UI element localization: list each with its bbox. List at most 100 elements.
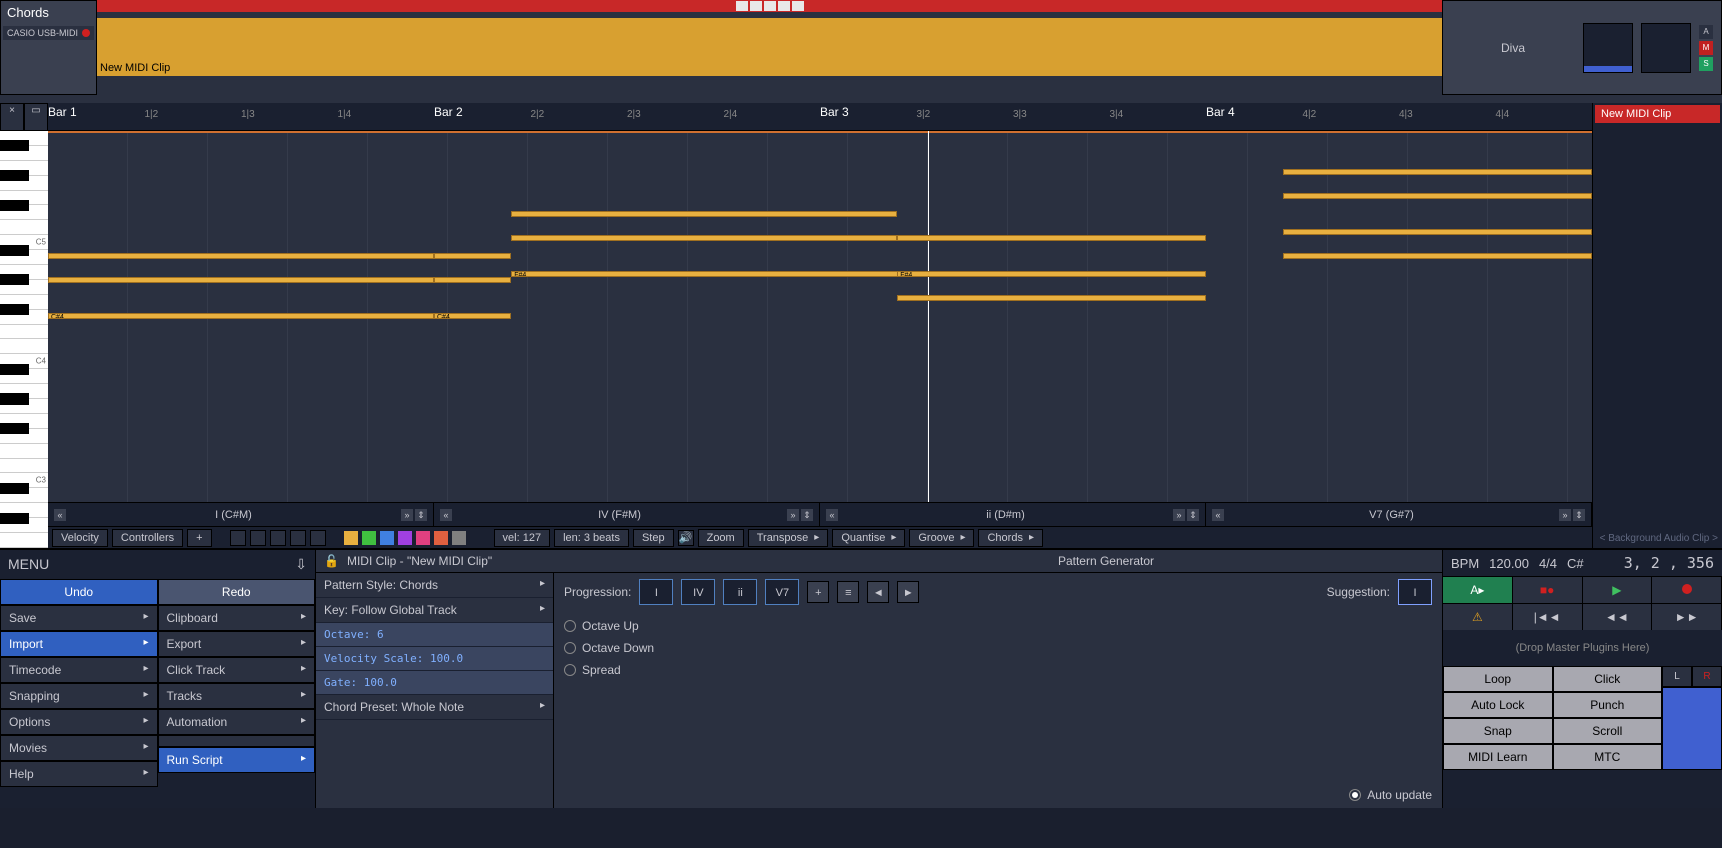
color-swatch[interactable] [398,531,412,545]
chord-prev-icon[interactable]: « [54,509,66,521]
master-meter[interactable] [1662,687,1722,770]
automation-write-button[interactable]: ■● [1513,577,1583,603]
menu-item-movies[interactable]: Movies▸ [0,735,158,761]
chord-next-icon[interactable]: » [401,509,413,521]
menu-item-save[interactable]: Save▸ [0,605,158,631]
track-midi-input[interactable]: CASIO USB-MIDI [3,26,94,40]
velocity-tab[interactable]: Velocity [52,529,108,547]
midi-note[interactable] [511,211,897,217]
midi-note[interactable] [48,253,434,259]
clip-tool-icon[interactable] [736,1,748,11]
midi-note[interactable] [434,277,511,283]
chord-slot[interactable]: « ii (D#m) »⇕ [820,503,1206,526]
clip-header-bar[interactable] [97,0,1442,12]
midi-note[interactable] [1283,253,1592,259]
piano-roll-grid[interactable]: C#4 C#4 F#4 F#4 [48,131,1592,502]
chord-next-icon[interactable]: » [1559,509,1571,521]
menu-item-help[interactable]: Help▸ [0,761,158,787]
controllers-tab[interactable]: Controllers [112,529,183,547]
auto-lock-button[interactable]: Auto Lock [1443,692,1553,718]
color-swatch[interactable] [434,531,448,545]
menu-item-tracks[interactable]: Tracks▸ [158,683,316,709]
menu-item-options[interactable]: Options▸ [0,709,158,735]
erase-tool-icon[interactable] [270,530,286,546]
step-button[interactable]: Step [633,529,674,547]
play-button[interactable]: ▶ [1583,577,1653,603]
note-length[interactable]: len: 3 beats [554,529,629,547]
chord-updown-icon[interactable]: ⇕ [415,509,427,521]
level-meter[interactable] [1583,23,1633,73]
midi-note[interactable] [434,253,511,259]
paint-tool-icon[interactable] [310,530,326,546]
midi-note[interactable] [48,277,434,283]
midi-note[interactable]: C#4 [434,313,511,319]
piano-opts-icon[interactable]: ▭ [24,103,48,131]
menu-item-run-script[interactable]: Run Script▸ [158,747,316,773]
chord-next-icon[interactable]: » [787,509,799,521]
add-lane-button[interactable]: + [187,529,211,547]
progression-chord-button[interactable]: I [639,579,673,605]
forward-button[interactable]: ►► [1652,604,1722,630]
speaker-icon[interactable]: 🔊 [678,530,694,546]
playhead[interactable] [928,131,929,502]
lock-icon[interactable]: 🔓 [324,554,339,568]
loop-button[interactable]: Loop [1443,666,1553,692]
groove-menu[interactable]: Groove▸ [909,529,974,547]
clip-tool-icon[interactable] [778,1,790,11]
midi-clip-block[interactable]: New MIDI Clip [97,18,1442,76]
plugin-name[interactable]: Diva [1451,41,1575,55]
transpose-menu[interactable]: Transpose▸ [748,529,829,547]
color-swatch[interactable] [416,531,430,545]
pencil-tool-icon[interactable] [250,530,266,546]
velocity-scale-row[interactable]: Velocity Scale: 100.0 [316,647,553,671]
mute-button[interactable]: M [1699,41,1713,55]
midi-note[interactable] [1283,169,1592,175]
chord-updown-icon[interactable]: ⇕ [1573,509,1585,521]
velocity-value[interactable]: vel: 127 [494,529,551,547]
a-marker[interactable]: A [1699,25,1713,39]
midi-note[interactable]: C#4 [48,313,434,319]
left-channel-button[interactable]: L [1662,666,1692,687]
time-signature[interactable]: 4/4 [1539,556,1557,571]
midi-learn-button[interactable]: MIDI Learn [1443,744,1553,770]
list-icon[interactable]: ≡ [837,581,859,603]
chord-updown-icon[interactable]: ⇕ [1187,509,1199,521]
pointer-tool-icon[interactable] [230,530,246,546]
arrangement-clip-area[interactable]: New MIDI Clip [97,0,1442,95]
horizontal-scrollbar[interactable] [0,95,1722,103]
background-clip-label[interactable]: < Background Audio Clip > [1600,533,1718,544]
menu-item-timecode[interactable]: Timecode▸ [0,657,158,683]
zoom-button[interactable]: Zoom [698,529,744,547]
prev-icon[interactable]: ◄ [867,581,889,603]
rewind-button[interactable]: ◄◄ [1583,604,1653,630]
chord-prev-icon[interactable]: « [1212,509,1224,521]
chord-preset-row[interactable]: Chord Preset: Whole Note▸ [316,695,553,720]
quantise-menu[interactable]: Quantise▸ [832,529,905,547]
snap-button[interactable]: Snap [1443,718,1553,744]
clip-tool-icon[interactable] [792,1,804,11]
suggestion-chord-button[interactable]: I [1398,579,1432,605]
progression-chord-button[interactable]: IV [681,579,715,605]
clip-tool-icon[interactable] [750,1,762,11]
next-icon[interactable]: ► [897,581,919,603]
auto-update-toggle[interactable]: Auto update [1349,788,1432,802]
menu-item-click-track[interactable]: Click Track▸ [158,657,316,683]
chord-prev-icon[interactable]: « [826,509,838,521]
global-key[interactable]: C# [1567,556,1584,571]
mtc-button[interactable]: MTC [1553,744,1663,770]
bpm-value[interactable]: 120.00 [1489,556,1529,571]
midi-note[interactable] [897,235,1206,241]
line-tool-icon[interactable] [290,530,306,546]
chords-menu[interactable]: Chords▸ [978,529,1043,547]
scroll-button[interactable]: Scroll [1553,718,1663,744]
progression-chord-button[interactable]: V7 [765,579,799,605]
color-swatch[interactable] [452,531,466,545]
chord-updown-icon[interactable]: ⇕ [801,509,813,521]
key-row[interactable]: Key: Follow Global Track▸ [316,598,553,623]
octave-up-option[interactable]: Octave Up [564,615,1432,637]
octave-row[interactable]: Octave: 6 [316,623,553,647]
track-name[interactable]: Chords [1,1,96,24]
sidebar-clip-item[interactable]: New MIDI Clip [1595,105,1720,123]
rewind-start-button[interactable]: |◄◄ [1513,604,1583,630]
master-plugin-drop[interactable]: (Drop Master Plugins Here) [1443,630,1722,666]
